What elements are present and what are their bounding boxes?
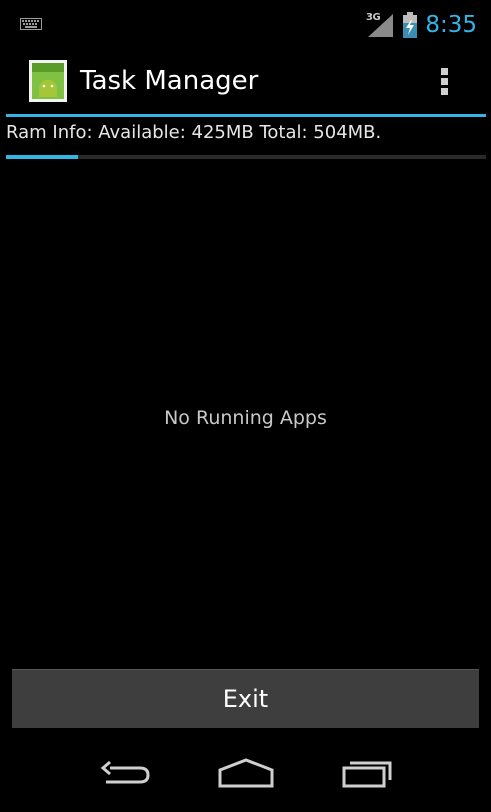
status-clock: 8:35: [425, 12, 477, 38]
android-app-icon[interactable]: [29, 60, 67, 102]
overflow-dot: [441, 68, 448, 75]
action-bar-divider: [6, 114, 486, 117]
network-type: 3G: [366, 12, 381, 23]
back-icon[interactable]: [94, 754, 158, 794]
navigation-bar: [0, 740, 491, 812]
battery-charging-icon: [403, 12, 417, 38]
overflow-menu-icon[interactable]: [428, 58, 460, 104]
exit-button[interactable]: Exit: [12, 669, 479, 728]
exit-button-label: Exit: [222, 685, 269, 713]
ram-info-text: Ram Info: Available: 425MB Total: 504MB.: [6, 122, 382, 143]
action-bar: Task Manager: [0, 48, 491, 114]
recent-apps-icon[interactable]: [336, 754, 400, 794]
overflow-dot: [441, 88, 448, 95]
status-bar: 3G 8:35: [0, 0, 491, 48]
home-icon[interactable]: [214, 754, 278, 794]
overflow-dot: [441, 78, 448, 85]
app-title: Task Manager: [80, 66, 259, 96]
ram-usage-fill: [6, 155, 78, 159]
keyboard-icon: [20, 18, 42, 30]
empty-state-message: No Running Apps: [164, 407, 327, 429]
ram-usage-bar: [6, 155, 486, 159]
